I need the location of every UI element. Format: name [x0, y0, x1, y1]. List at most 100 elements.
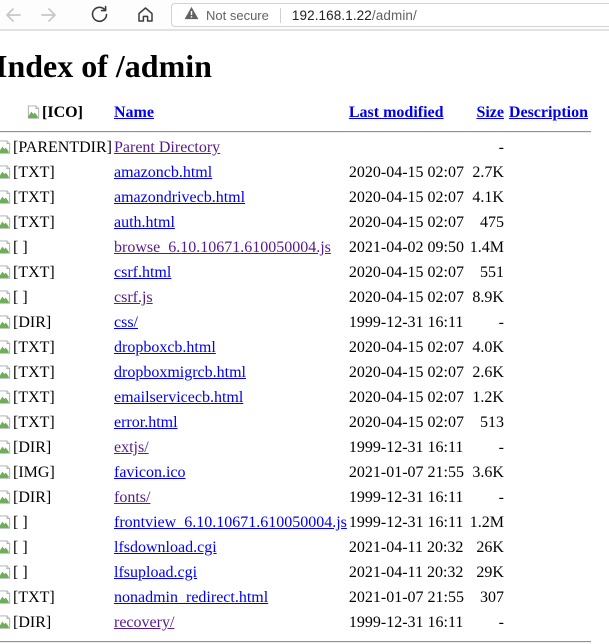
- file-last-modified: 2020-04-15 02:07: [348, 414, 464, 431]
- url-text[interactable]: 192.168.1.22/admin/: [292, 8, 417, 23]
- table-row: [IMG] favicon.ico 2021-01-07 21:55 3.6K: [0, 463, 591, 486]
- file-last-modified: 1999-12-31 16:11: [348, 489, 464, 506]
- broken-image-icon: [0, 189, 12, 211]
- table-row: [TXT] amazondrivecb.html 2020-04-15 02:0…: [0, 188, 591, 211]
- table-row: [DIR] recovery/ 1999-12-31 16:11 -: [0, 613, 591, 636]
- file-icon-alt: [DIR]: [13, 439, 52, 456]
- file-link[interactable]: lfsupload.cgi: [114, 564, 197, 581]
- file-last-modified: 2020-04-15 02:07: [348, 264, 464, 281]
- file-last-modified: [349, 138, 464, 161]
- file-link[interactable]: css/: [114, 314, 138, 331]
- file-last-modified: 1999-12-31 16:11: [348, 439, 464, 456]
- broken-image-icon: [0, 314, 12, 336]
- file-link[interactable]: auth.html: [114, 214, 175, 231]
- not-secure-warning-icon: [184, 6, 199, 25]
- broken-image-icon: [0, 614, 12, 636]
- file-icon-alt: [PARENTDIR]: [13, 139, 112, 156]
- file-icon-alt: [TXT]: [13, 264, 55, 281]
- file-description: [506, 588, 591, 611]
- file-last-modified: 1999-12-31 16:11: [348, 514, 464, 531]
- sort-by-description-link[interactable]: Description: [509, 104, 588, 121]
- file-link[interactable]: dropboxcb.html: [114, 339, 216, 356]
- forward-button[interactable]: [39, 5, 59, 25]
- home-button[interactable]: [135, 5, 155, 25]
- file-description: [506, 538, 591, 561]
- file-size: 26K: [476, 539, 504, 556]
- file-last-modified: 2021-01-07 21:55: [348, 589, 464, 606]
- table-row: [TXT] dropboxmigrcb.html 2020-04-15 02:0…: [0, 363, 591, 386]
- security-label[interactable]: Not secure: [206, 8, 269, 23]
- table-row: [TXT] auth.html 2020-04-15 02:07 475: [0, 213, 591, 236]
- file-link[interactable]: csrf.js: [114, 289, 153, 306]
- file-size: -: [498, 314, 504, 331]
- sort-by-last-modified-link[interactable]: Last modified: [349, 104, 444, 121]
- back-button[interactable]: [3, 5, 23, 25]
- table-row: [ ] browse_6.10.10671.610050004.js 2021-…: [0, 238, 591, 261]
- file-description: [506, 413, 591, 436]
- broken-image-icon: [0, 214, 12, 236]
- file-link[interactable]: frontview_6.10.10671.610050004.js: [114, 514, 347, 531]
- file-link[interactable]: Parent Directory: [114, 139, 220, 156]
- file-size: 1.2K: [472, 389, 504, 406]
- forward-arrow-icon: [40, 6, 58, 24]
- file-link[interactable]: amazoncb.html: [114, 164, 212, 181]
- file-description: [506, 388, 591, 411]
- file-last-modified: 2021-04-11 20:32: [348, 539, 464, 556]
- table-row: [DIR] extjs/ 1999-12-31 16:11 -: [0, 438, 591, 461]
- file-link[interactable]: lfsdownload.cgi: [114, 539, 217, 556]
- file-icon-alt: [TXT]: [13, 164, 55, 181]
- file-icon-alt: [ ]: [13, 239, 28, 256]
- table-row: [TXT] csrf.html 2020-04-15 02:07 551: [0, 263, 591, 286]
- file-last-modified: 2021-04-02 09:50: [348, 239, 464, 256]
- file-size: 1.4M: [469, 239, 504, 256]
- file-link[interactable]: csrf.html: [114, 264, 171, 281]
- header-divider: [0, 131, 591, 133]
- file-size: -: [498, 139, 504, 156]
- refresh-button[interactable]: [89, 5, 109, 25]
- listing-rows: [PARENTDIR] Parent Directory - [TXT] ama…: [0, 138, 591, 636]
- sort-by-name-link[interactable]: Name: [114, 104, 154, 121]
- file-link[interactable]: favicon.ico: [114, 464, 186, 481]
- file-link[interactable]: nonadmin_redirect.html: [114, 589, 268, 606]
- url-host: 192.168.1.22: [291, 7, 372, 23]
- sort-by-size-link[interactable]: Size: [476, 104, 504, 121]
- file-icon-alt: [TXT]: [13, 189, 55, 206]
- address-separator: [279, 7, 281, 23]
- refresh-icon: [90, 5, 109, 24]
- file-size: 4.0K: [472, 339, 504, 356]
- url-path: /admin/: [371, 7, 417, 23]
- file-icon-alt: [DIR]: [13, 614, 52, 631]
- broken-image-icon: [0, 289, 12, 311]
- file-last-modified: 2020-04-15 02:07: [348, 189, 464, 206]
- file-icon-alt: [TXT]: [13, 214, 55, 231]
- file-link[interactable]: recovery/: [114, 614, 174, 631]
- file-link[interactable]: amazondrivecb.html: [114, 189, 245, 206]
- file-size: 2.7K: [472, 164, 504, 181]
- file-icon-alt: [TXT]: [13, 339, 55, 356]
- file-icon-alt: [DIR]: [13, 314, 52, 331]
- file-last-modified: 2021-04-11 20:32: [348, 564, 464, 581]
- file-link[interactable]: error.html: [114, 414, 178, 431]
- page-content: Index of /admin [ICO] Name Last modified…: [0, 48, 609, 644]
- broken-image-icon: [0, 364, 12, 386]
- broken-image-icon: [0, 464, 12, 486]
- file-last-modified: 2020-04-15 02:07: [348, 289, 464, 306]
- file-icon-alt: [ ]: [13, 564, 28, 581]
- file-description: [506, 338, 591, 361]
- file-description: [506, 188, 591, 211]
- file-description: [506, 513, 591, 536]
- file-icon-alt: [DIR]: [13, 489, 52, 506]
- file-description: [506, 363, 591, 386]
- address-bar[interactable]: Not secure 192.168.1.22/admin/: [171, 3, 609, 27]
- file-link[interactable]: fonts/: [114, 489, 150, 506]
- file-link[interactable]: emailservicecb.html: [114, 389, 243, 406]
- file-size: 513: [479, 414, 504, 431]
- file-size: 1.2M: [469, 514, 504, 531]
- file-icon-alt: [TXT]: [13, 364, 55, 381]
- file-link[interactable]: extjs/: [114, 439, 149, 456]
- page-title: Index of /admin: [0, 48, 212, 84]
- file-link[interactable]: browse_6.10.10671.610050004.js: [114, 239, 331, 256]
- file-link[interactable]: dropboxmigrcb.html: [114, 364, 246, 381]
- file-last-modified: 1999-12-31 16:11: [348, 614, 464, 631]
- file-size: -: [498, 489, 504, 506]
